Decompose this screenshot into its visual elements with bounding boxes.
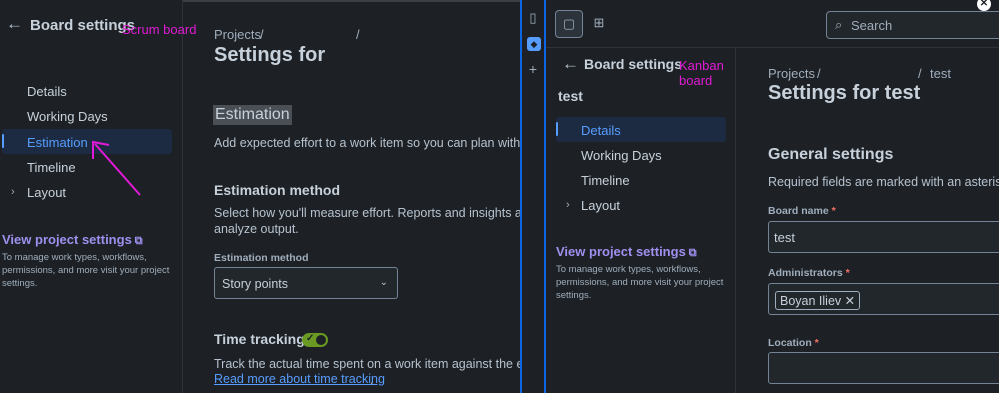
link-period: .	[370, 373, 374, 387]
sidebar-panel-icon: ▢	[562, 16, 576, 31]
board-name-field[interactable]: test	[768, 221, 999, 253]
section-title: General settings	[768, 146, 894, 163]
scrum-board-panel: ← Board settings Scrum board Details Wor…	[0, 0, 564, 393]
toggle-knob	[316, 335, 326, 345]
sidebar-title: Board settings	[584, 56, 683, 72]
breadcrumb-projects[interactable]: Projects	[214, 27, 261, 42]
breadcrumb-separator: /	[260, 27, 264, 42]
active-indicator	[2, 134, 4, 148]
estimation-method-heading: Estimation method	[214, 182, 341, 198]
breadcrumb-board[interactable]: test	[930, 66, 951, 81]
back-arrow-icon[interactable]: ←	[6, 14, 23, 34]
sidebar-title: Board settings	[30, 17, 136, 34]
board-name-label: Board name *	[768, 205, 836, 217]
external-link-icon: ⧉	[134, 235, 143, 247]
search-placeholder: Search	[851, 18, 893, 33]
kanban-board-panel: ▯ ◆ + ▢ ⊞ ⌕ Search ✕ ← Board settings Ka…	[520, 0, 999, 393]
chevron-down-icon: ⌄	[379, 277, 388, 288]
breadcrumb-projects[interactable]: Projects	[768, 66, 815, 81]
breadcrumb-separator: /	[918, 66, 922, 81]
back-arrow-icon[interactable]: ←	[562, 54, 579, 74]
screenshot-root: ← Board settings Scrum board Details Wor…	[0, 0, 999, 393]
sidebar-item-layout[interactable]: Layout	[581, 198, 620, 213]
board-name-value: test	[774, 230, 795, 245]
breadcrumb-separator: /	[817, 66, 821, 81]
time-tracking-link[interactable]: Read more about time tracking	[214, 372, 385, 386]
sidebar-item-details-label: Details	[581, 123, 621, 138]
sidebar-item-details[interactable]: Details	[27, 84, 67, 99]
estimation-method-description-cont: analyze output.	[214, 222, 299, 236]
time-tracking-heading: Time tracking	[214, 331, 305, 347]
administrators-field[interactable]: Boyan Iliev ✕	[768, 283, 999, 315]
annotation-label: Scrum board	[122, 22, 197, 37]
estimation-method-field-label: Estimation method	[214, 252, 309, 264]
left-rail: ▯ ◆ +	[520, 0, 546, 393]
estimation-method-value: Story points	[222, 277, 289, 291]
search-icon: ⌕	[835, 17, 843, 32]
sidebar-toggle-icon[interactable]: ▯	[522, 10, 544, 26]
board-name: test	[558, 88, 583, 104]
project-settings-note: To manage work types, workflows, permiss…	[556, 264, 724, 301]
active-indicator	[556, 122, 558, 136]
required-marker: *	[831, 205, 836, 217]
administrators-label: Administrators *	[768, 267, 850, 279]
project-settings-note: To manage work types, workflows, permiss…	[2, 252, 170, 289]
page-title: Settings for test	[768, 82, 921, 104]
kanban-sidebar: ← Board settings Kanban board test Detai…	[546, 48, 736, 393]
sidebar-item-working-days[interactable]: Working Days	[27, 109, 108, 124]
sidebar-item-estimation-label: Estimation	[27, 135, 88, 150]
estimation-method-description: Select how you'll measure effort. Report…	[214, 206, 562, 220]
left-rail-inner	[522, 0, 544, 393]
project-avatar-icon[interactable]: ◆	[527, 37, 541, 51]
annotation-arrow-icon	[92, 140, 141, 196]
required-marker: *	[845, 267, 850, 279]
sidebar-item-layout[interactable]: Layout	[27, 185, 66, 200]
time-tracking-description: Track the actual time spent on a work it…	[214, 357, 564, 371]
required-marker: *	[814, 337, 819, 349]
app-switcher-button[interactable]: ⊞	[585, 10, 613, 38]
section-title: Estimation	[213, 105, 292, 125]
grid-icon: ⊞	[593, 15, 605, 30]
annotation-label: Kanban board	[679, 58, 724, 88]
location-label: Location *	[768, 337, 819, 349]
view-project-settings-link[interactable]: View project settings ⧉	[2, 232, 143, 248]
section-description: Add expected effort to a work item so yo…	[214, 136, 553, 150]
add-icon[interactable]: +	[522, 61, 544, 77]
time-tracking-toggle[interactable]: ✓	[302, 333, 328, 347]
external-link-icon: ⧉	[688, 247, 697, 259]
estimation-method-select[interactable]: Story points ⌄	[214, 267, 398, 299]
search-input[interactable]: ⌕ Search	[826, 11, 999, 39]
sidebar-item-working-days[interactable]: Working Days	[581, 148, 662, 163]
required-fields-note: Required fields are marked with an aster…	[768, 175, 999, 189]
chevron-right-icon[interactable]: ›	[11, 186, 15, 198]
top-navigation-bar: ▢ ⊞ ⌕ Search	[546, 0, 999, 48]
view-project-settings-link[interactable]: View project settings ⧉	[556, 244, 697, 260]
chevron-right-icon[interactable]: ›	[566, 199, 570, 211]
kanban-main: Projects / / test Settings for test Gene…	[736, 48, 999, 393]
check-icon: ✓	[306, 333, 315, 344]
remove-icon[interactable]: ✕	[845, 294, 855, 308]
administrator-tag[interactable]: Boyan Iliev ✕	[775, 291, 861, 310]
sidebar-collapse-button[interactable]: ▢	[555, 10, 583, 38]
sidebar-item-timeline[interactable]: Timeline	[27, 160, 76, 175]
breadcrumb-separator: /	[356, 27, 360, 42]
sidebar-item-timeline[interactable]: Timeline	[581, 173, 630, 188]
page-title: Settings for	[214, 44, 326, 66]
location-field[interactable]	[768, 352, 999, 384]
